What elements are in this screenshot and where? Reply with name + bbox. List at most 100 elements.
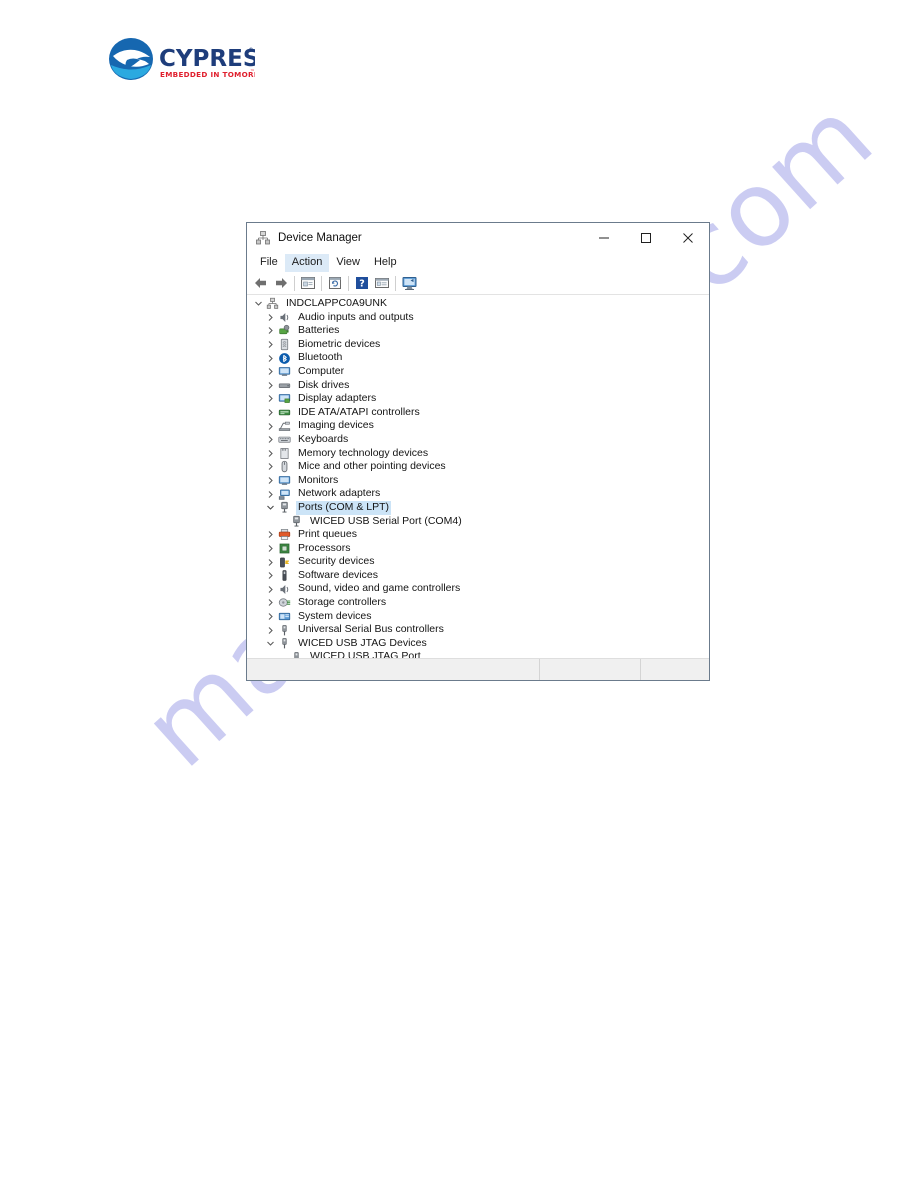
tree-row[interactable]: Computer [247,365,709,379]
tree-row[interactable]: Security devices [247,555,709,569]
properties-window-icon[interactable] [298,273,318,293]
chevron-right-icon[interactable] [264,394,277,403]
tree-row-label: Software devices [298,568,378,581]
status-panel-tertiary [640,659,709,680]
tree-row[interactable]: Print queues [247,528,709,542]
tree-row-label: Ports (COM & LPT) [296,500,392,515]
tree-row-label: Sound, video and game controllers [298,582,461,595]
tree-row[interactable]: Memory technology devices [247,447,709,461]
chevron-right-icon[interactable] [264,571,277,580]
tree-row-label: Computer [298,364,345,377]
svg-text:®: ® [248,47,254,54]
tree-row-wiced-usb-serial-port[interactable]: WICED USB Serial Port (COM4) [247,515,709,529]
chevron-right-icon[interactable] [264,408,277,417]
tree-row-ports-com-lpt[interactable]: Ports (COM & LPT) [247,500,709,515]
tree-row-label: IDE ATA/ATAPI controllers [298,405,420,418]
chevron-right-icon[interactable] [264,340,277,349]
system-device-icon [277,610,292,623]
chevron-right-icon[interactable] [264,367,277,376]
menu-view[interactable]: View [329,254,367,272]
tree-row[interactable]: INDCLAPPC0A9UNK [247,297,709,311]
menu-bar[interactable]: File Action View Help [247,253,709,272]
chevron-right-icon[interactable] [264,462,277,471]
tree-row-wiced-usb-jtag-devices[interactable]: WICED USB JTAG Devices [247,637,709,651]
tree-row[interactable]: Sound, video and game controllers [247,582,709,596]
forward-arrow-icon[interactable] [271,273,291,293]
chevron-right-icon[interactable] [264,598,277,607]
disk-drive-icon [277,379,292,392]
chevron-right-icon[interactable] [264,558,277,567]
minimize-button[interactable] [583,223,625,253]
tree-row[interactable]: Universal Serial Bus controllers [247,623,709,637]
mouse-icon [277,460,292,473]
tree-row[interactable]: Keyboards [247,433,709,447]
tree-row[interactable]: IDE ATA/ATAPI controllers [247,406,709,420]
tree-row[interactable]: Storage controllers [247,596,709,610]
window-title: Device Manager [278,232,362,244]
chevron-down-icon[interactable] [252,299,265,308]
tree-row-label: Mice and other pointing devices [298,460,446,473]
computer-tree-root-icon [265,297,280,310]
chevron-right-icon[interactable] [264,530,277,539]
chevron-right-icon[interactable] [264,476,277,485]
monitor-scan-icon[interactable] [399,273,419,293]
chevron-right-icon[interactable] [264,313,277,322]
speaker-icon [277,311,292,324]
tree-row-label: Universal Serial Bus controllers [298,623,444,636]
tree-row[interactable]: Monitors [247,474,709,488]
chevron-right-icon[interactable] [264,626,277,635]
software-device-icon [277,569,292,582]
chevron-right-icon[interactable] [264,435,277,444]
tree-row-label: Biometric devices [298,337,381,350]
toolbar[interactable]: ? [247,272,709,295]
tree-row[interactable]: Software devices [247,569,709,583]
chevron-right-icon[interactable] [264,544,277,553]
window-controls[interactable] [583,223,709,253]
tree-row[interactable]: Network adapters [247,487,709,501]
chevron-right-icon[interactable] [264,490,277,499]
status-panel-main [247,659,539,680]
tree-row-label: Security devices [298,555,375,568]
maximize-button[interactable] [625,223,667,253]
tree-row[interactable]: Processors [247,542,709,556]
svg-text:EMBEDDED IN TOMORROW: EMBEDDED IN TOMORROW [160,70,255,79]
help-question-icon[interactable]: ? [352,273,372,293]
chevron-right-icon[interactable] [264,449,277,458]
menu-help[interactable]: Help [367,254,404,272]
tree-row[interactable]: Disk drives [247,379,709,393]
chevron-right-icon[interactable] [264,381,277,390]
device-tree[interactable]: INDCLAPPC0A9UNK Audio inputs and outputs… [247,295,709,663]
tree-row[interactable]: Audio inputs and outputs [247,311,709,325]
back-arrow-icon[interactable] [251,273,271,293]
chevron-right-icon[interactable] [264,422,277,431]
chevron-down-icon[interactable] [264,503,277,512]
chevron-down-icon[interactable] [264,639,277,648]
tree-row[interactable]: Bluetooth [247,351,709,365]
chevron-right-icon[interactable] [264,585,277,594]
tree-row[interactable]: Imaging devices [247,419,709,433]
tree-row-label: Network adapters [298,487,381,500]
chevron-right-icon[interactable] [264,612,277,621]
tree-row[interactable]: Display adapters [247,392,709,406]
tree-row[interactable]: System devices [247,610,709,624]
usb-icon [277,624,292,637]
tree-row[interactable]: Biometric devices [247,338,709,352]
update-driver-icon[interactable] [325,273,345,293]
title-bar[interactable]: Device Manager [247,223,709,253]
chevron-right-icon[interactable] [264,354,277,363]
printer-icon [277,528,292,541]
menu-file[interactable]: File [253,254,285,272]
tree-row-label: Audio inputs and outputs [298,310,414,323]
ide-controller-icon [277,406,292,419]
tree-row-label: WICED USB JTAG Devices [298,636,427,649]
tree-row[interactable]: Batteries [247,324,709,338]
scan-hardware-icon[interactable] [372,273,392,293]
chevron-right-icon[interactable] [264,326,277,335]
device-manager-window[interactable]: Device Manager File Action View Help ? I… [246,222,710,681]
tree-row[interactable]: Mice and other pointing devices [247,460,709,474]
scanner-icon [277,420,292,433]
close-button[interactable] [667,223,709,253]
tree-row-label: Keyboards [298,432,349,445]
menu-action[interactable]: Action [284,253,330,272]
tree-row-label: System devices [298,609,372,622]
